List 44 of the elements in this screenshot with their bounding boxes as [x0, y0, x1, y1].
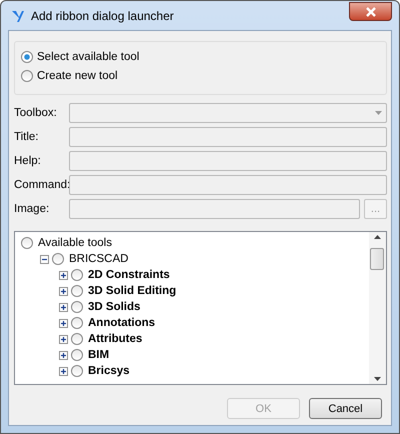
field-label: Title:: [14, 131, 40, 143]
expand-icon[interactable]: [59, 318, 68, 328]
radio-button[interactable]: [21, 51, 33, 63]
radio-label[interactable]: Select available tool: [37, 51, 140, 63]
expand-icon[interactable]: [59, 286, 68, 296]
radio-button[interactable]: [71, 285, 83, 297]
radio-button[interactable]: [71, 269, 83, 281]
close-button[interactable]: [349, 2, 392, 21]
tree-item[interactable]: Bricsys: [88, 365, 130, 377]
window-title: Add ribbon dialog launcher: [31, 8, 175, 22]
tree-item[interactable]: 3D Solids: [88, 301, 140, 313]
tree-item[interactable]: 2D Constraints: [88, 269, 170, 281]
radio-button[interactable]: [21, 237, 33, 249]
scroll-down-icon[interactable]: [374, 377, 381, 381]
close-icon: [364, 6, 376, 16]
radio-label[interactable]: Create new tool: [37, 70, 118, 82]
expand-icon[interactable]: [59, 270, 68, 280]
dialog-button[interactable]: Cancel: [309, 398, 382, 419]
field-label: Image:: [14, 203, 50, 215]
radio-button[interactable]: [71, 333, 83, 345]
tree-item[interactable]: BRICSCAD: [69, 253, 128, 265]
tree-item[interactable]: BIM: [88, 349, 110, 361]
dropdown-arrow-icon: [375, 111, 382, 115]
scroll-up-icon[interactable]: [374, 235, 381, 239]
scroll-thumb[interactable]: [370, 248, 384, 270]
expand-icon[interactable]: [59, 334, 68, 344]
radio-button[interactable]: [71, 365, 83, 377]
tree-item[interactable]: Annotations: [88, 317, 156, 329]
expand-icon[interactable]: [59, 366, 68, 376]
field-label: Toolbox:: [14, 107, 58, 119]
field-label: Command:: [14, 179, 69, 191]
expand-icon[interactable]: [59, 350, 68, 360]
scrollbar[interactable]: [369, 232, 386, 384]
radio-button[interactable]: [71, 317, 83, 329]
expand-icon[interactable]: [59, 302, 68, 312]
tree-item[interactable]: 3D Solid Editing: [88, 285, 176, 297]
tree-item[interactable]: Available tools: [38, 237, 112, 249]
radio-button[interactable]: [71, 349, 83, 361]
collapse-icon[interactable]: [40, 254, 49, 264]
field-label: Help:: [14, 155, 42, 167]
radio-button[interactable]: [21, 70, 33, 82]
radio-button[interactable]: [52, 253, 64, 265]
radio-button[interactable]: [71, 301, 83, 313]
tree-item[interactable]: Attributes: [88, 333, 142, 345]
